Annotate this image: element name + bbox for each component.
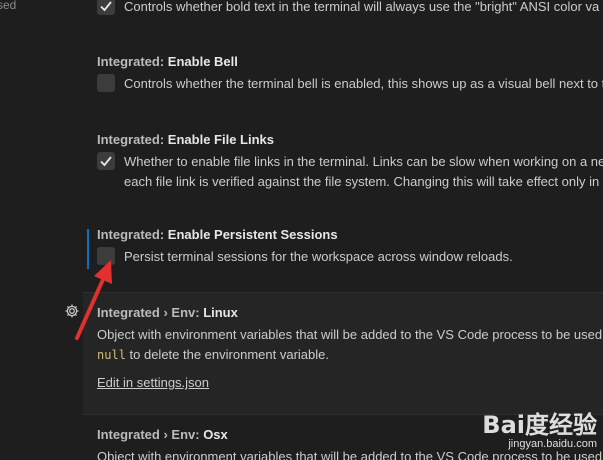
watermark-logo: Bai度经验 bbox=[482, 411, 597, 439]
settings-editor: sed Controls whether bold text in the te… bbox=[0, 0, 603, 460]
red-arrow-annotation bbox=[75, 260, 112, 340]
watermark: Bai度经验 jingyan.baidu.com bbox=[482, 405, 597, 450]
